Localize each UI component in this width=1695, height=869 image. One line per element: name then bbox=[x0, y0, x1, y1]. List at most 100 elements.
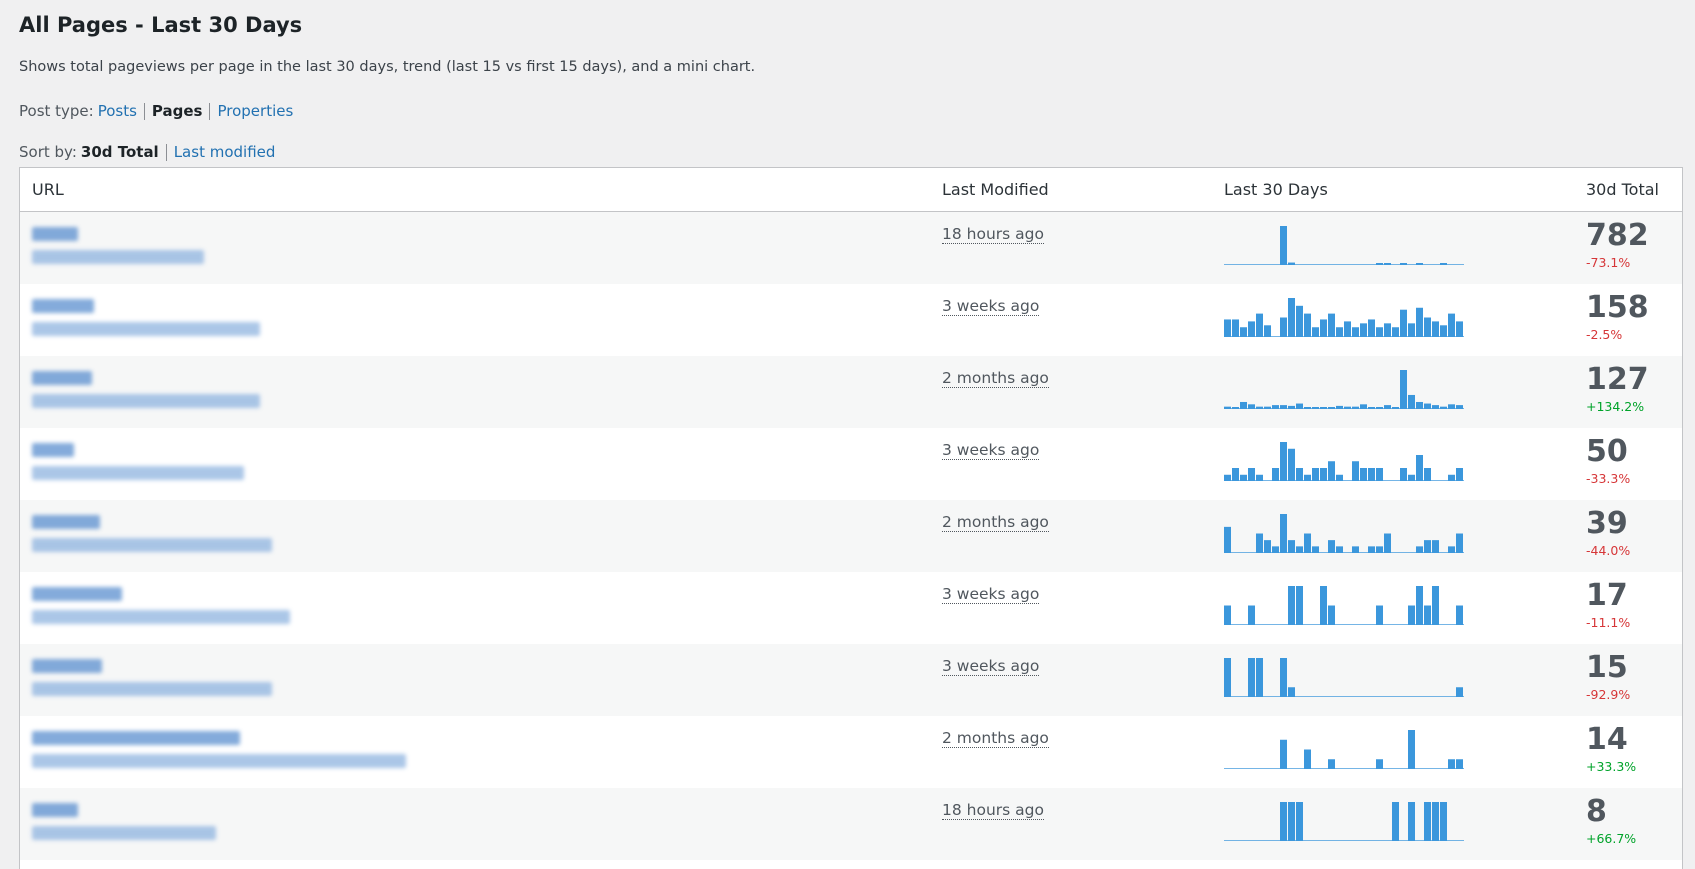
sparkline-bar bbox=[1416, 263, 1423, 265]
sparkline-bar bbox=[1232, 319, 1239, 337]
sparkline-bar bbox=[1424, 540, 1431, 553]
page-url-link-redacted[interactable] bbox=[32, 682, 272, 696]
sparkline-bar bbox=[1288, 405, 1295, 409]
page-title-link-redacted[interactable] bbox=[32, 371, 92, 385]
sparkline-cell bbox=[1212, 644, 1574, 716]
sparkline-bar bbox=[1280, 442, 1287, 481]
separator bbox=[143, 102, 145, 120]
sort-by-last-modified-link[interactable]: Last modified bbox=[174, 143, 276, 161]
table-row: 3 weeks ago 17 -11.1% bbox=[20, 572, 1682, 644]
sparkline-bar bbox=[1432, 540, 1439, 553]
sparkline-cell bbox=[1212, 356, 1574, 428]
url-cell bbox=[20, 716, 930, 788]
sparkline-bar bbox=[1448, 474, 1455, 481]
last-modified-cell: 18 hours ago bbox=[930, 211, 1212, 284]
sparkline-bar bbox=[1360, 468, 1367, 481]
sparkline-bar bbox=[1408, 394, 1415, 409]
sparkline-bar bbox=[1440, 802, 1447, 841]
sparkline-bar bbox=[1432, 586, 1439, 625]
sparkline-bar bbox=[1368, 319, 1375, 337]
total-cell: 127 +134.2% bbox=[1574, 356, 1682, 428]
total-cell: 50 -33.3% bbox=[1574, 428, 1682, 500]
sparkline-bar bbox=[1448, 404, 1455, 409]
sparkline-bar bbox=[1304, 749, 1311, 769]
total-cell: 39 -44.0% bbox=[1574, 500, 1682, 572]
page-url-link-redacted[interactable] bbox=[32, 250, 204, 264]
sparkline-bar bbox=[1312, 407, 1319, 409]
trend-percent: -11.1% bbox=[1586, 615, 1631, 630]
sparkline-bar bbox=[1408, 802, 1415, 841]
sparkline-bar bbox=[1368, 407, 1375, 409]
sparkline-bar bbox=[1320, 319, 1327, 337]
last-modified-cell: 3 weeks ago bbox=[930, 284, 1212, 356]
page-title-link-redacted[interactable] bbox=[32, 731, 240, 745]
sparkline-bar bbox=[1248, 321, 1255, 337]
url-cell bbox=[20, 788, 930, 860]
sparkline-bar bbox=[1248, 468, 1255, 481]
sparkline-bar bbox=[1224, 406, 1231, 409]
page-title-link-redacted[interactable] bbox=[32, 803, 78, 817]
sparkline-bar bbox=[1288, 262, 1295, 265]
sparkline-bar bbox=[1288, 802, 1295, 841]
sparkline-bar bbox=[1352, 406, 1359, 409]
sparkline-bar bbox=[1280, 405, 1287, 409]
sparkline-bar bbox=[1368, 546, 1375, 553]
sparkline-bar bbox=[1384, 263, 1391, 265]
sparkline-bar bbox=[1384, 405, 1391, 409]
page-title-link-redacted[interactable] bbox=[32, 227, 78, 241]
page-title-link-redacted[interactable] bbox=[32, 659, 102, 673]
sparkline-bar bbox=[1232, 468, 1239, 481]
trend-percent: +66.7% bbox=[1586, 831, 1637, 846]
total-cell: 14 +33.3% bbox=[1574, 716, 1682, 788]
separator bbox=[209, 102, 211, 120]
sparkline-cell bbox=[1212, 788, 1574, 860]
page-title-link-redacted[interactable] bbox=[32, 587, 122, 601]
sparkline-bar bbox=[1224, 526, 1231, 553]
sparkline-bar bbox=[1224, 605, 1231, 625]
sparkline-bar bbox=[1264, 540, 1271, 553]
url-cell bbox=[20, 356, 930, 428]
sparkline-bar bbox=[1320, 586, 1327, 625]
sparkline-bar bbox=[1256, 533, 1263, 553]
post-type-posts-link[interactable]: Posts bbox=[98, 102, 137, 120]
separator bbox=[165, 143, 167, 161]
page-url-link-redacted[interactable] bbox=[32, 610, 290, 624]
last-modified-time: 2 months ago bbox=[942, 369, 1049, 388]
sparkline-bar bbox=[1376, 546, 1383, 553]
page-url-link-redacted[interactable] bbox=[32, 394, 260, 408]
sparkline-chart bbox=[1224, 658, 1464, 697]
sparkline-bar bbox=[1376, 407, 1383, 409]
sparkline-bar bbox=[1440, 263, 1447, 265]
sparkline-bar bbox=[1224, 474, 1231, 481]
page-url-link-redacted[interactable] bbox=[32, 754, 406, 768]
total-count: 158 bbox=[1586, 290, 1649, 325]
page-url-link-redacted[interactable] bbox=[32, 322, 260, 336]
sparkline-cell bbox=[1212, 211, 1574, 284]
sparkline-bar bbox=[1240, 327, 1247, 337]
sort-by-30d-total-current: 30d Total bbox=[80, 143, 159, 161]
sparkline-bar bbox=[1312, 546, 1319, 553]
sparkline-bar bbox=[1432, 405, 1439, 409]
total-count: 39 bbox=[1586, 506, 1628, 541]
sparkline-cell bbox=[1212, 284, 1574, 356]
last-modified-time: 3 weeks ago bbox=[942, 657, 1040, 676]
sparkline-chart bbox=[1224, 730, 1464, 769]
page-url-link-redacted[interactable] bbox=[32, 826, 216, 840]
page-url-link-redacted[interactable] bbox=[32, 538, 272, 552]
sparkline-bar bbox=[1336, 405, 1343, 409]
sparkline-bar bbox=[1328, 540, 1335, 553]
page-title-link-redacted[interactable] bbox=[32, 299, 94, 313]
page-url-link-redacted[interactable] bbox=[32, 466, 244, 480]
sparkline-bar bbox=[1232, 407, 1239, 409]
page-title-link-redacted[interactable] bbox=[32, 515, 100, 529]
page-description: Shows total pageviews per page in the la… bbox=[19, 59, 756, 75]
total-count: 782 bbox=[1586, 218, 1649, 253]
post-type-properties-link[interactable]: Properties bbox=[217, 102, 293, 120]
total-count: 127 bbox=[1586, 362, 1649, 397]
page-title-link-redacted[interactable] bbox=[32, 443, 74, 457]
url-cell bbox=[20, 500, 930, 572]
sparkline-bar bbox=[1344, 406, 1351, 409]
sparkline-chart bbox=[1224, 442, 1464, 481]
sparkline-bar bbox=[1328, 605, 1335, 625]
sparkline-bar bbox=[1424, 802, 1431, 841]
